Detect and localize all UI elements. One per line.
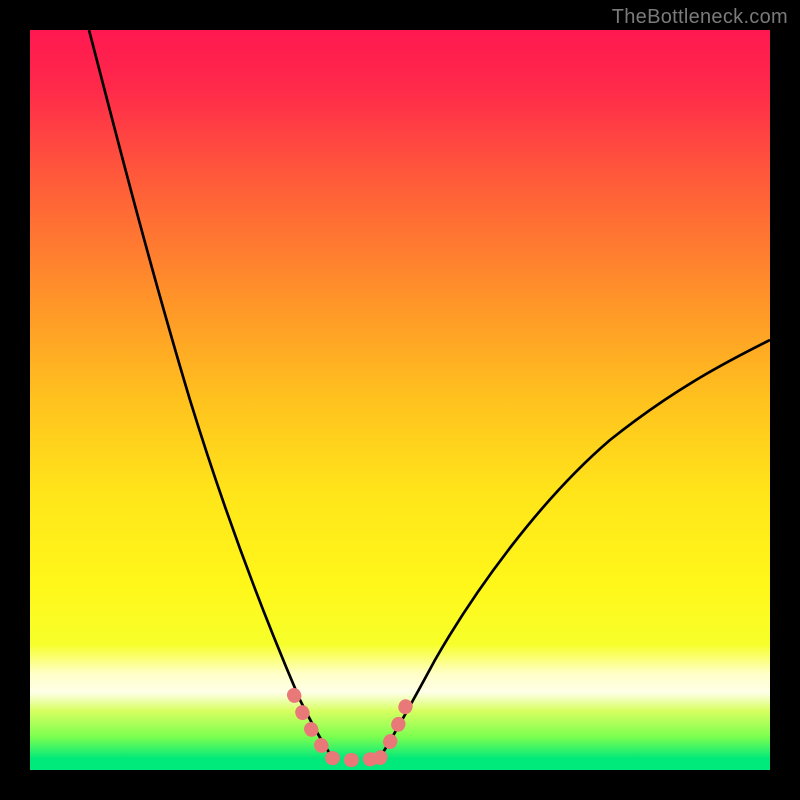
pink-highlight xyxy=(30,30,770,770)
watermark-text: TheBottleneck.com xyxy=(612,6,788,29)
chart-frame: TheBottleneck.com xyxy=(0,0,800,800)
pink-left-seg xyxy=(294,695,332,758)
pink-right-seg xyxy=(380,700,408,758)
plot-area xyxy=(30,30,770,770)
pink-bottom-seg xyxy=(332,758,380,760)
